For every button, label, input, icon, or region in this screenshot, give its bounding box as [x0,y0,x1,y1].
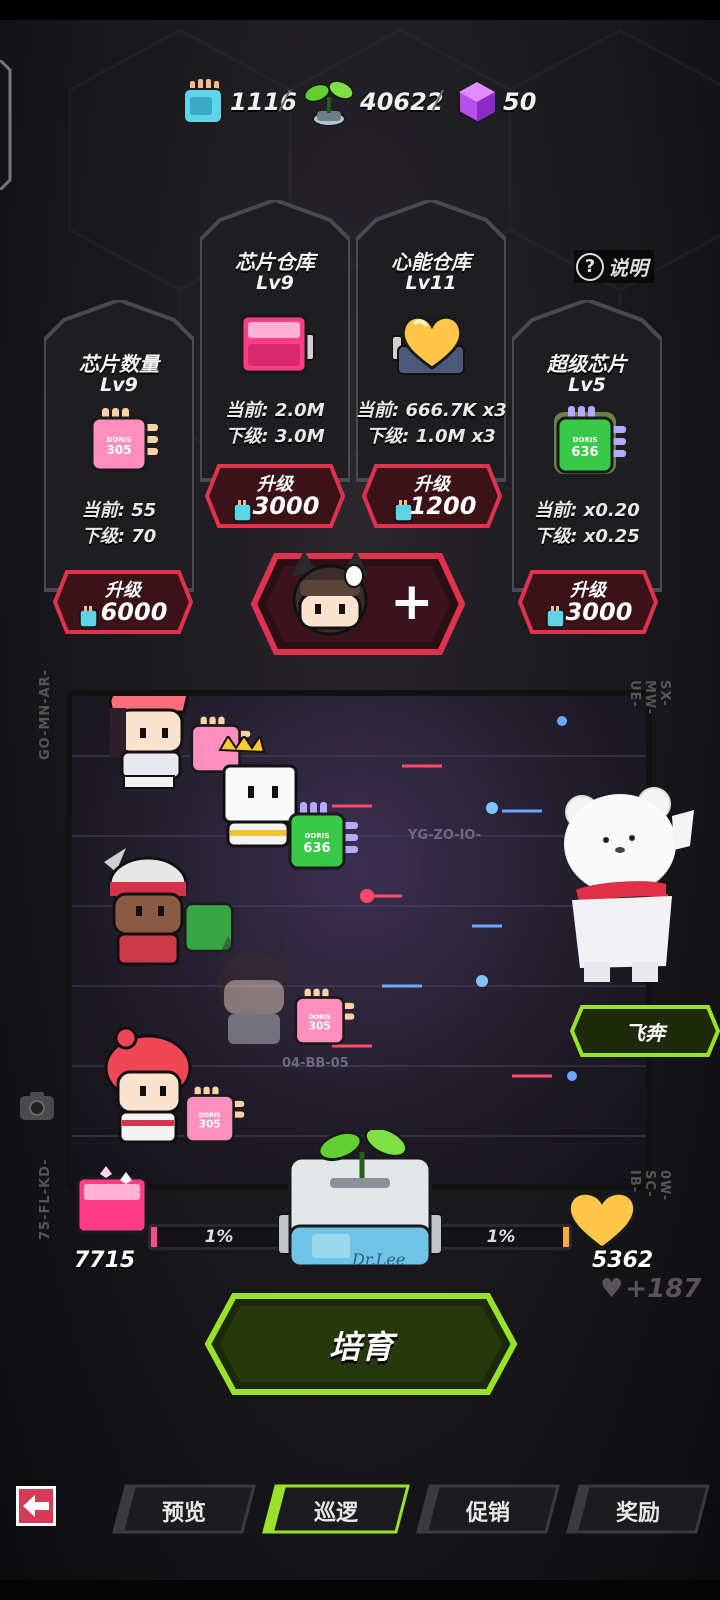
sprout-icon [303,79,355,127]
upgrade-button-chip-storage[interactable]: 升级 3000 [205,464,345,528]
card-current: 当前: x0.20 [534,500,640,521]
question-icon: ? [576,252,604,281]
card-level: Lv11 [405,272,457,294]
heart-gain-value: +187 [625,1274,702,1304]
card-title: 芯片数量 [79,352,159,376]
dash-label: 飞奔 [625,1021,665,1045]
cultivate-button[interactable]: 培育 [204,1292,518,1396]
card-next: 下级: 70 [81,526,157,547]
svg-text:DORIS: DORIS [573,436,598,444]
heart-storage-icon [392,315,465,375]
svg-text:305: 305 [106,443,131,457]
upgrade-cost: 6000 [100,598,168,626]
chip-storage-icon [76,1166,148,1234]
sprout-count: 40622 [360,88,444,116]
character-avatar [292,550,368,636]
card-current: 当前: 666.7K x3 [356,400,507,421]
chip-progress-label: 1% [204,1227,234,1247]
card-title: 超级芯片 [547,352,627,376]
chip-storage-count: 7715 [74,1248,136,1273]
svg-text:636: 636 [303,841,330,856]
upgrade-button-super-chip[interactable]: 升级 3000 [518,570,658,634]
heart-storage-count: 5362 [592,1248,654,1273]
green-chip-icon: DORIS 636 [288,802,358,870]
card-level: Lv9 [256,272,294,294]
pink-storage-icon [240,314,315,374]
card-title: 芯片仓库 [235,250,315,274]
tab-label: 预览 [161,1501,206,1526]
tab-label: 促销 [465,1501,510,1526]
pink-chip-icon: DORIS 305 [90,408,158,472]
tab-preview[interactable]: 预览 [112,1484,256,1534]
svg-text:636: 636 [571,445,598,460]
polar-bear-character[interactable] [562,786,702,1002]
heart-gain-icon: ♥ [600,1274,624,1304]
card-current: 当前: 2.0M [225,400,325,421]
upgrade-button-heart-storage[interactable]: 升级 1200 [362,464,502,528]
svg-text:305: 305 [309,1019,331,1032]
svg-text:305: 305 [199,1117,221,1130]
separator: / [280,86,289,116]
card-next: 下级: x0.25 [534,526,640,547]
character-red-hair[interactable] [96,1024,196,1154]
dash-button[interactable]: 飞奔 [570,1005,720,1057]
upgrade-cost: 1200 [409,492,477,520]
field-code: 04-BB-05 [282,1056,349,1071]
edge-ornament [0,60,12,190]
card-heart-storage: 心能仓库 Lv11 当前: 666.7K x3 下级: 1.0M x3 [356,200,507,500]
upgrade-cost: 3000 [252,492,320,520]
tab-label: 奖励 [615,1501,660,1526]
side-code: 75-FL-KD- [38,1158,53,1240]
card-next: 下级: 3.0M [225,426,325,447]
green-chip-icon: DORIS 636 [554,406,626,474]
card-level: Lv5 [568,374,606,396]
card-chip-storage: 芯片仓库 Lv9 当前: 2.0M 下级: 3.0M [200,200,350,500]
heart-progress-label: 1% [486,1227,516,1247]
gem-resource: 50 [455,78,536,126]
card-next: 下级: 1.0M x3 [366,426,496,447]
help-label: 说明 [608,256,648,280]
tab-patrol[interactable]: 巡逻 [262,1484,410,1534]
add-character-button[interactable]: + [250,550,466,656]
chip-icon [183,79,223,124]
character-ghost [216,936,292,1044]
chip-progress-bar: 1% [148,1224,290,1250]
heart-progress-bar: 1% [430,1224,572,1250]
cultivate-label: 培育 [328,1328,393,1366]
card-title: 心能仓库 [391,250,471,274]
side-code: SX-MW-UE- [627,680,672,716]
tab-sale[interactable]: 促销 [416,1484,560,1534]
tab-rewards[interactable]: 奖励 [566,1484,710,1534]
side-code: GO-MN-AR- [38,668,53,760]
upgrade-button-chip-count[interactable]: 升级 6000 [53,570,193,634]
pink-chip-icon: DORIS 305 [294,988,355,1045]
status-bar [0,0,720,20]
tab-label: 巡逻 [313,1501,358,1526]
upgrade-cost: 3000 [565,598,633,626]
help-button[interactable]: ? 说明 [574,250,654,283]
heart-storage-icon [567,1191,637,1250]
system-nav-bar [0,1580,720,1600]
machine-label: Dr.Lee [352,1250,406,1269]
separator: / [433,86,442,116]
pink-chip-icon: DORIS 305 [184,1086,245,1143]
sprout-resource: 40622 [302,78,444,127]
field-code: YG-ZO-IO- [408,828,482,843]
camera-icon[interactable] [18,1090,56,1122]
gem-count: 50 [503,88,537,116]
card-level: Lv9 [100,374,138,396]
card-current: 当前: 55 [81,500,157,521]
arrow-left-icon [23,1495,49,1517]
character-pink-hat[interactable] [100,690,200,792]
gem-icon [458,80,496,124]
heart-gain: ♥ +187 [600,1274,701,1304]
svg-text:DORIS: DORIS [305,832,330,840]
back-button[interactable] [16,1486,56,1526]
plus-icon: + [390,572,434,632]
